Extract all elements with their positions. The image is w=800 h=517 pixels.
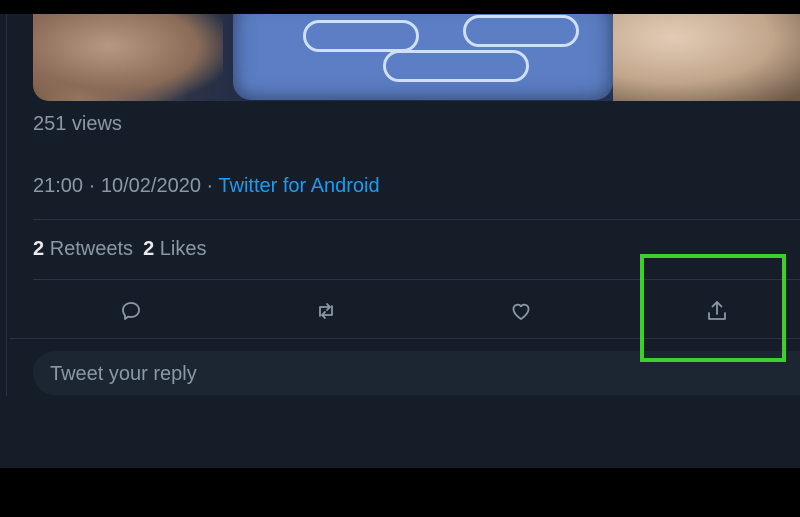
- top-black-bar: [0, 0, 800, 14]
- tweet-date: 10/02/2020: [100, 175, 201, 197]
- tweet-detail-screen: 251 views 21:00 · 10/02/2020 · Twitter f…: [0, 0, 800, 468]
- likes-label: Likes: [159, 238, 207, 260]
- views-count: 251 views: [33, 113, 122, 135]
- bottom-black-bar: [0, 468, 800, 517]
- heart-icon: [512, 303, 530, 320]
- share-button-highlight: [640, 254, 786, 362]
- retweets-stat[interactable]: 2 Retweets: [33, 238, 133, 260]
- media-keypad-key: [383, 50, 529, 82]
- media-phone-keypad: [233, 10, 613, 100]
- tweet-media-image[interactable]: [33, 10, 800, 101]
- tweet-meta: 21:00 · 10/02/2020 · Twitter for Android: [33, 175, 380, 198]
- retweet-button[interactable]: [311, 296, 341, 326]
- reply-icon: [122, 302, 140, 320]
- thread-line: [6, 14, 7, 396]
- tweet-stats: 2 Retweets 2 Likes: [33, 238, 206, 261]
- divider: [33, 219, 800, 220]
- media-hand-left: [33, 10, 223, 101]
- tweet-source-link[interactable]: Twitter for Android: [218, 175, 379, 197]
- tweet-time: 21:00: [33, 175, 84, 197]
- meta-separator: ·: [206, 175, 214, 197]
- retweets-label: Retweets: [49, 238, 134, 260]
- retweet-icon: [319, 303, 333, 319]
- likes-count: 2: [143, 238, 155, 260]
- like-button[interactable]: [506, 296, 536, 326]
- media-hand-right: [613, 10, 800, 101]
- media-keypad-key: [303, 20, 419, 52]
- retweets-count: 2: [33, 238, 45, 260]
- meta-separator: ·: [88, 175, 96, 197]
- likes-stat[interactable]: 2 Likes: [143, 238, 206, 260]
- reply-button[interactable]: [116, 296, 146, 326]
- media-keypad-key: [463, 15, 579, 47]
